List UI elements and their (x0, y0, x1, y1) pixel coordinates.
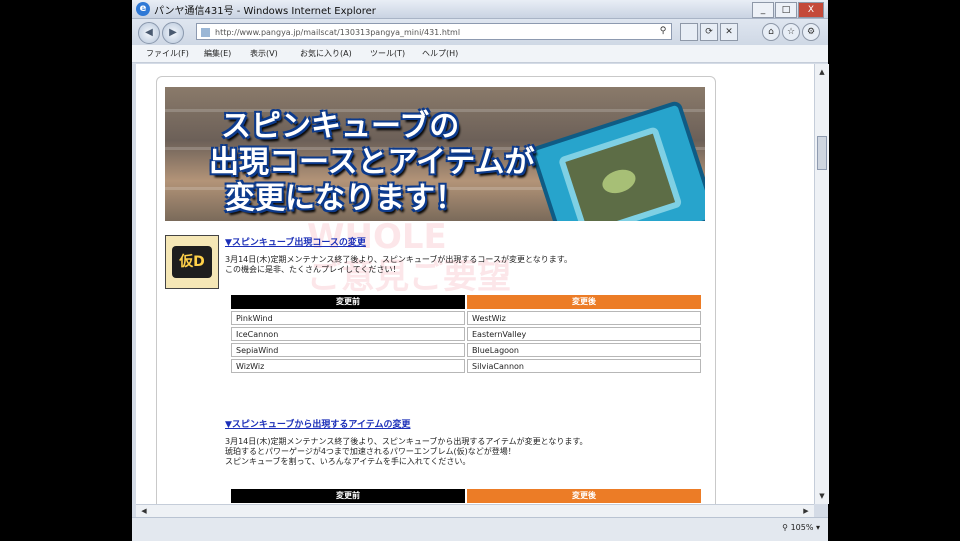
address-url: http://www.pangya.jp/mailscat/130313pang… (215, 28, 461, 37)
close-button[interactable]: X (798, 2, 824, 18)
tools-gear-icon[interactable]: ⚙ (802, 23, 820, 41)
after-header-2: 変更後 (467, 489, 701, 503)
window-title: パンヤ通信431号 - Windows Internet Explorer (154, 6, 376, 17)
chevron-down-icon: ▾ (815, 523, 820, 532)
banner-line-3: 変更になります！ (225, 181, 465, 216)
search-icon[interactable]: ⚲ (656, 24, 670, 38)
maximize-button[interactable]: □ (775, 2, 797, 18)
scroll-left-icon[interactable]: ◀ (138, 505, 150, 517)
table-cell: SilviaCannon (467, 359, 701, 373)
menu-edit[interactable]: 編集(E) (204, 48, 231, 59)
stop-button[interactable]: ✕ (720, 23, 738, 41)
scroll-thumb[interactable] (817, 136, 827, 170)
refresh-button[interactable]: ⟳ (700, 23, 718, 41)
after-header: 変更後 (467, 295, 701, 309)
menu-tools[interactable]: ツール(T) (370, 48, 405, 59)
page-viewport: スピンキューブの 出現コースとアイテムが 変更になります！ WHOLE ご意見ご… (136, 64, 814, 504)
spin-cube-banner: スピンキューブの 出現コースとアイテムが 変更になります！ (165, 87, 705, 221)
ie-logo-icon: e (136, 2, 150, 16)
menu-bar: ファイル(F) 編集(E) 表示(V) お気に入り(A) ツール(T) ヘルプ(… (132, 45, 828, 63)
newsletter-page: スピンキューブの 出現コースとアイテムが 変更になります！ WHOLE ご意見ご… (156, 76, 716, 504)
table-cell: WestWiz (467, 311, 701, 325)
title-bar[interactable]: e パンヤ通信431号 - Windows Internet Explorer … (132, 0, 828, 19)
status-bar: ⚲ 105% ▾ (132, 517, 828, 541)
compat-view-icon[interactable] (680, 23, 698, 41)
section2-title-link[interactable]: ▼スピンキューブから出現するアイテムの変更 (225, 417, 410, 430)
horizontal-scrollbar[interactable]: ◀ ▶ (136, 504, 814, 517)
scroll-right-icon[interactable]: ▶ (800, 505, 812, 517)
section1-body: 3月14日(木)定期メンテナンス終了後より、スピンキューブが出現するコースが変更… (225, 255, 572, 274)
table-cell: BlueLagoon (467, 343, 701, 357)
vertical-scrollbar[interactable]: ▲ ▼ (814, 64, 829, 504)
table-cell: EasternValley (467, 327, 701, 341)
table-cell: WizWiz (231, 359, 465, 373)
table-cell: SepiaWind (231, 343, 465, 357)
after-item-table: 変更後 (467, 489, 701, 503)
spin-cube-image (529, 99, 705, 221)
forward-button[interactable]: ▶ (162, 22, 184, 44)
page-icon (201, 28, 210, 37)
section2-body: 3月14日(木)定期メンテナンス終了後より、スピンキューブから出現するアイテムが… (225, 437, 588, 466)
address-bar[interactable]: http://www.pangya.jp/mailscat/130313pang… (196, 23, 672, 40)
before-item-table: 変更前 (231, 489, 465, 503)
after-course-table: 変更後 WestWiz EasternValley BlueLagoon Sil… (467, 295, 701, 373)
minimize-button[interactable]: _ (752, 2, 774, 18)
address-toolbar: ◀ ▶ http://www.pangya.jp/mailscat/130313… (132, 19, 828, 45)
table-cell: IceCannon (231, 327, 465, 341)
scroll-down-icon[interactable]: ▼ (817, 490, 827, 502)
back-button[interactable]: ◀ (138, 22, 160, 44)
zoom-level[interactable]: ⚲ 105% ▾ (782, 523, 820, 532)
menu-help[interactable]: ヘルプ(H) (422, 48, 458, 59)
menu-view[interactable]: 表示(V) (250, 48, 278, 59)
browser-window: e パンヤ通信431号 - Windows Internet Explorer … (132, 0, 829, 541)
scroll-up-icon[interactable]: ▲ (817, 66, 827, 78)
before-header: 変更前 (231, 295, 465, 309)
menu-file[interactable]: ファイル(F) (146, 48, 189, 59)
kari-badge-image: 仮D (165, 235, 219, 289)
before-header-2: 変更前 (231, 489, 465, 503)
table-cell: PinkWind (231, 311, 465, 325)
badge-text: 仮D (172, 246, 212, 278)
home-icon[interactable]: ⌂ (762, 23, 780, 41)
before-course-table: 変更前 PinkWind IceCannon SepiaWind WizWiz (231, 295, 465, 373)
section1-title-link[interactable]: ▼スピンキューブ出現コースの変更 (225, 235, 366, 248)
favorites-icon[interactable]: ☆ (782, 23, 800, 41)
menu-favorites[interactable]: お気に入り(A) (300, 48, 352, 59)
magnifier-icon: ⚲ (782, 523, 789, 532)
